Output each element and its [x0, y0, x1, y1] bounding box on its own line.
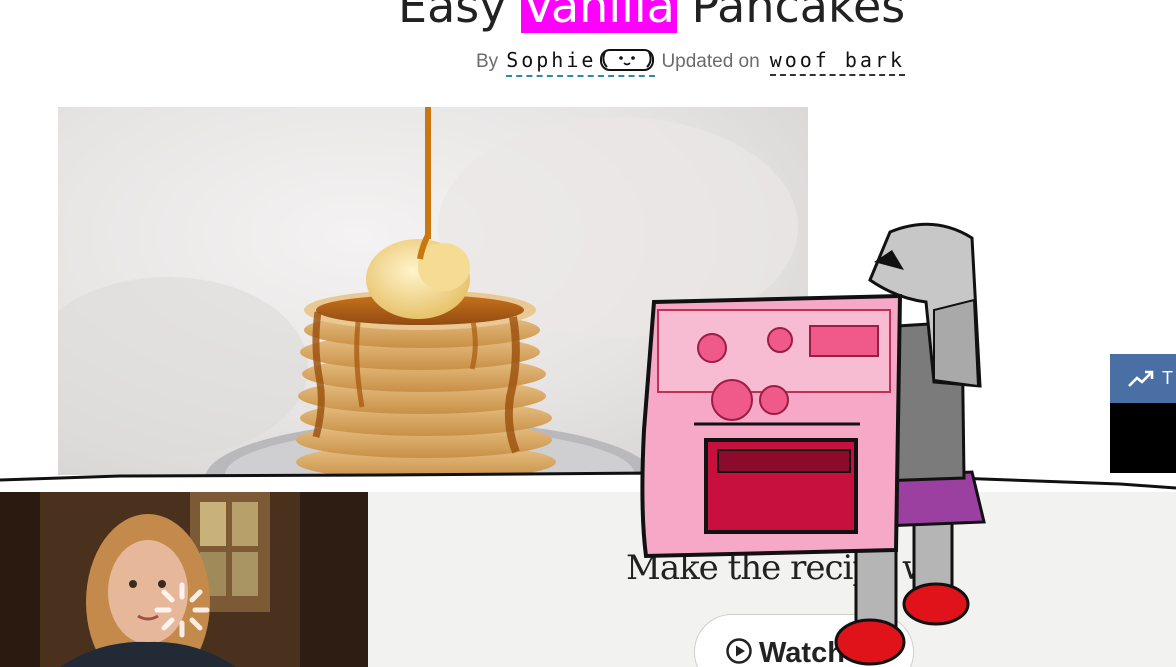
title-highlight: Vanilla	[521, 0, 677, 33]
title-text-before: Easy	[398, 0, 522, 33]
trending-widget-header[interactable]: T	[1110, 354, 1176, 403]
dog-with-oven-drawing	[640, 222, 986, 666]
updated-date: woof bark	[769, 48, 906, 76]
recipe-title: Easy Vanilla Pancakes	[398, 0, 905, 34]
dog-face-icon	[600, 49, 655, 71]
presenter-video-frame	[0, 492, 368, 667]
trending-widget-body	[1110, 403, 1176, 473]
byline-by: By	[476, 51, 499, 72]
trending-widget-label: T	[1162, 368, 1173, 388]
trending-widget[interactable]: T	[1110, 354, 1176, 473]
byline: By Sophie Updated on woof bark	[476, 44, 906, 80]
drawn-divider-line	[0, 471, 1176, 490]
title-text-after: Pancakes	[676, 0, 906, 33]
trending-up-icon	[1128, 370, 1154, 387]
author-name: Sophie	[506, 48, 597, 72]
video-thumbnail[interactable]	[0, 492, 368, 667]
updated-label: Updated on	[661, 51, 760, 72]
page: Easy Vanilla Pancakes By Sophie Updated …	[0, 0, 1176, 667]
author-link[interactable]: Sophie	[506, 47, 656, 77]
